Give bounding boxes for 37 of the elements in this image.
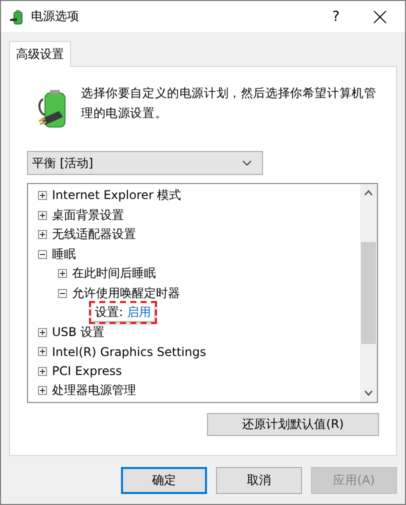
collapse-icon[interactable] bbox=[38, 250, 47, 259]
tree-item[interactable]: PCI Express bbox=[52, 364, 122, 378]
expand-icon[interactable] bbox=[38, 347, 47, 356]
tree-item[interactable]: Intel(R) Graphics Settings bbox=[52, 344, 206, 359]
expand-icon[interactable] bbox=[38, 366, 47, 376]
tree-item[interactable]: 在此时间后睡眠 bbox=[72, 265, 156, 282]
setting-value-link[interactable]: 启用 bbox=[127, 304, 152, 322]
tree-item[interactable]: 处理器电源管理 bbox=[52, 382, 136, 400]
help-button[interactable]: ? bbox=[313, 8, 359, 24]
tree-item[interactable]: 桌面背景设置 bbox=[52, 206, 124, 224]
description-text: 选择你要自定义的电源计划，然后选择你希望计算机管理的电源设置。 bbox=[81, 85, 378, 122]
scrollbar[interactable] bbox=[360, 184, 377, 402]
restore-defaults-button[interactable]: 还原计划默认值(R) bbox=[207, 413, 379, 436]
window-title: 电源选项 bbox=[31, 8, 80, 25]
tree-item[interactable]: 睡眠 bbox=[52, 246, 76, 263]
scrollbar-thumb[interactable] bbox=[361, 242, 376, 344]
dialog-button[interactable]: 取消 bbox=[216, 467, 302, 494]
expand-icon[interactable] bbox=[58, 269, 67, 278]
chevron-down-icon bbox=[242, 160, 252, 166]
tree-item[interactable]: 无线适配器设置 bbox=[52, 226, 136, 244]
dialog-button[interactable]: 确定 bbox=[121, 467, 207, 494]
scroll-up-icon[interactable] bbox=[364, 190, 373, 196]
collapse-icon[interactable] bbox=[58, 288, 67, 298]
battery-plug-icon bbox=[9, 8, 25, 24]
tree-item[interactable]: USB 设置 bbox=[52, 324, 104, 341]
close-icon[interactable] bbox=[373, 10, 387, 24]
expand-icon[interactable] bbox=[38, 328, 47, 337]
expand-icon[interactable] bbox=[38, 210, 47, 220]
plan-dropdown[interactable]: 平衡 [活动] bbox=[27, 151, 263, 175]
setting-label: 设置: bbox=[95, 304, 124, 322]
tree-item[interactable]: Internet Explorer 模式 bbox=[52, 187, 182, 204]
tab[interactable]: 高级设置 bbox=[9, 41, 71, 67]
expand-icon[interactable] bbox=[38, 191, 47, 200]
scroll-down-icon[interactable] bbox=[364, 390, 373, 396]
expand-icon[interactable] bbox=[38, 230, 47, 240]
tree-item[interactable]: 允许使用唤醒定时器 bbox=[72, 284, 180, 302]
expand-icon[interactable] bbox=[38, 386, 47, 396]
